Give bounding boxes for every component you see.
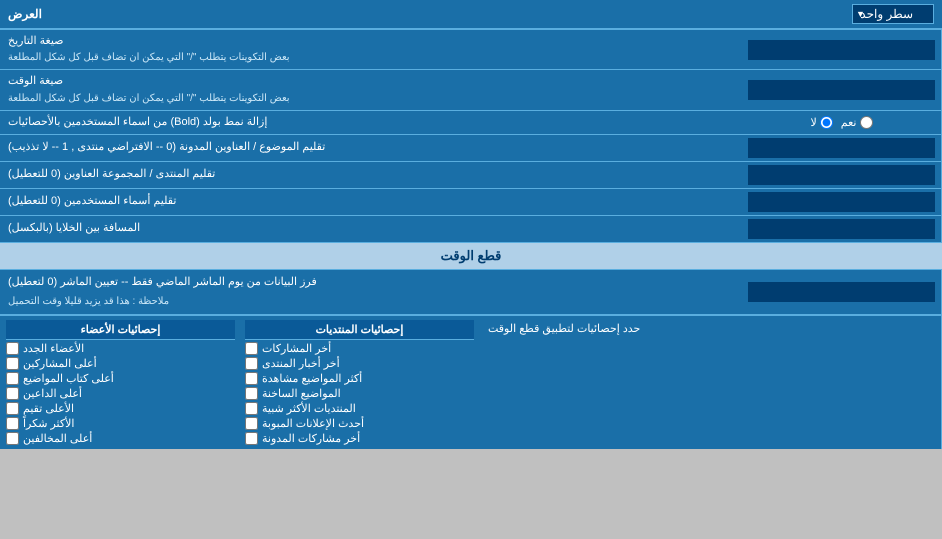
forum-limit-label: تقليم المنتدى / المجموعة العناوين (0 للت… — [0, 162, 742, 188]
time-format-label: صيغة الوقت بعض التكوينات يتطلب "/" التي … — [0, 70, 742, 109]
display-select-wrapper[interactable]: سطر واحد سطرين ثلاثة أسطر ▼ — [852, 4, 934, 24]
cell-spacing-label: المسافة بين الخلايا (بالبكسل) — [0, 216, 742, 242]
checkbox-item[interactable]: المواضيع الساخنة — [245, 387, 474, 400]
cut-time-section-header: قطع الوقت — [0, 243, 942, 270]
limit-stats-label: حدد إحصائيات لتطبيق قطع الوقت — [480, 316, 942, 449]
users-limit-row: 0 تقليم أسماء المستخدمين (0 للتعطيل) — [0, 189, 942, 216]
checkbox-item[interactable]: أعلى المشاركين — [6, 357, 235, 370]
bold-remove-row: نعم لا إزالة نمط بولد (Bold) من اسماء ال… — [0, 111, 942, 135]
checkbox-akthar-shokra[interactable] — [6, 417, 19, 430]
stats-section: حدد إحصائيات لتطبيق قطع الوقت إحصائيات ا… — [0, 315, 942, 449]
cut-time-input-wrapper[interactable]: 0 — [742, 270, 942, 314]
checkbox-a3la-mukhalefeen[interactable] — [6, 432, 19, 445]
topics-limit-row: 33 تقليم الموضوع / العناوين المدونة (0 -… — [0, 135, 942, 162]
topics-limit-label: تقليم الموضوع / العناوين المدونة (0 -- ا… — [0, 135, 742, 161]
forum-stats-col: إحصائيات المنتديات أخر المشاركات أخر أخب… — [245, 320, 474, 445]
cell-spacing-input[interactable]: 2 — [748, 219, 935, 239]
cell-spacing-row: 2 المسافة بين الخلايا (بالبكسل) — [0, 216, 942, 243]
checkbox-item[interactable]: أعلى المخالفين — [6, 432, 235, 445]
forum-limit-row: 33 تقليم المنتدى / المجموعة العناوين (0 … — [0, 162, 942, 189]
users-limit-input-wrapper[interactable]: 0 — [742, 189, 942, 215]
checkbox-item[interactable]: أحدث الإعلانات المبوبة — [245, 417, 474, 430]
member-stats-title: إحصائيات الأعضاء — [6, 320, 235, 340]
checkbox-item[interactable]: أعلى كتاب المواضيع — [6, 372, 235, 385]
radio-yes-label[interactable]: نعم — [841, 116, 873, 129]
time-format-input[interactable]: H:i — [748, 80, 935, 100]
topics-limit-input[interactable]: 33 — [748, 138, 935, 158]
checkbox-item[interactable]: أكثر المواضيع مشاهدة — [245, 372, 474, 385]
time-format-input-wrapper[interactable]: H:i — [742, 70, 942, 109]
radio-no[interactable] — [820, 116, 833, 129]
checkbox-a3la-taqyeem[interactable] — [6, 402, 19, 415]
cut-time-input[interactable]: 0 — [748, 282, 935, 302]
forum-stats-title: إحصائيات المنتديات — [245, 320, 474, 340]
checkbox-a3la-daaeen[interactable] — [6, 387, 19, 400]
checkbox-item[interactable]: الأكثر شكراً — [6, 417, 235, 430]
checkbox-item[interactable]: أخر مشاركات المدونة — [245, 432, 474, 445]
checkbox-item[interactable]: أخر أخبار المنتدى — [245, 357, 474, 370]
checkbox-a3la-msharkeen[interactable] — [6, 357, 19, 370]
page-title: العرض — [8, 7, 42, 21]
forum-limit-input[interactable]: 33 — [748, 165, 935, 185]
checkbox-item[interactable]: الأعضاء الجدد — [6, 342, 235, 355]
checkbox-item[interactable]: الأعلى تقيم — [6, 402, 235, 415]
users-limit-input[interactable]: 0 — [748, 192, 935, 212]
checkbox-akhar-msharkaat[interactable] — [245, 342, 258, 355]
radio-no-label[interactable]: لا — [811, 116, 833, 129]
date-format-input-wrapper[interactable]: d-m — [742, 30, 942, 69]
forum-limit-input-wrapper[interactable]: 33 — [742, 162, 942, 188]
checkbox-item[interactable]: المنتديات الأكثر شبية — [245, 402, 474, 415]
date-format-row: d-m صيغة التاريخ بعض التكوينات يتطلب "/"… — [0, 30, 942, 70]
checkbox-msharkaat-madwana[interactable] — [245, 432, 258, 445]
display-select[interactable]: سطر واحد سطرين ثلاثة أسطر — [852, 4, 934, 24]
bold-remove-label: إزالة نمط بولد (Bold) من اسماء المستخدمي… — [0, 111, 742, 134]
cell-spacing-input-wrapper[interactable]: 2 — [742, 216, 942, 242]
checkbox-mwadhe3-sakhina[interactable] — [245, 387, 258, 400]
checkbox-a3la-kottab[interactable] — [6, 372, 19, 385]
checkbox-a3da-jdd[interactable] — [6, 342, 19, 355]
checkbox-i3lanat[interactable] — [245, 417, 258, 430]
checkbox-item[interactable]: أعلى الداعين — [6, 387, 235, 400]
member-stats-col: إحصائيات الأعضاء الأعضاء الجدد أعلى المش… — [6, 320, 235, 445]
radio-yes[interactable] — [860, 116, 873, 129]
users-limit-label: تقليم أسماء المستخدمين (0 للتعطيل) — [0, 189, 742, 215]
cut-time-label: فرز البيانات من يوم الماشر الماضي فقط --… — [0, 270, 742, 314]
checkbox-montadyat-shabiya[interactable] — [245, 402, 258, 415]
checkboxes-container: إحصائيات المنتديات أخر المشاركات أخر أخب… — [0, 316, 480, 449]
cut-time-row: 0 فرز البيانات من يوم الماشر الماضي فقط … — [0, 270, 942, 315]
checkbox-akthar-mshahada[interactable] — [245, 372, 258, 385]
time-format-row: H:i صيغة الوقت بعض التكوينات يتطلب "/" ا… — [0, 70, 942, 110]
top-header: سطر واحد سطرين ثلاثة أسطر ▼ العرض — [0, 0, 942, 30]
checkbox-item[interactable]: أخر المشاركات — [245, 342, 474, 355]
topics-limit-input-wrapper[interactable]: 33 — [742, 135, 942, 161]
date-format-label: صيغة التاريخ بعض التكوينات يتطلب "/" الت… — [0, 30, 742, 69]
main-container: سطر واحد سطرين ثلاثة أسطر ▼ العرض d-m صي… — [0, 0, 942, 449]
date-format-input[interactable]: d-m — [748, 40, 935, 60]
checkbox-akhar-akhbar[interactable] — [245, 357, 258, 370]
bold-remove-radio-group[interactable]: نعم لا — [742, 111, 942, 134]
